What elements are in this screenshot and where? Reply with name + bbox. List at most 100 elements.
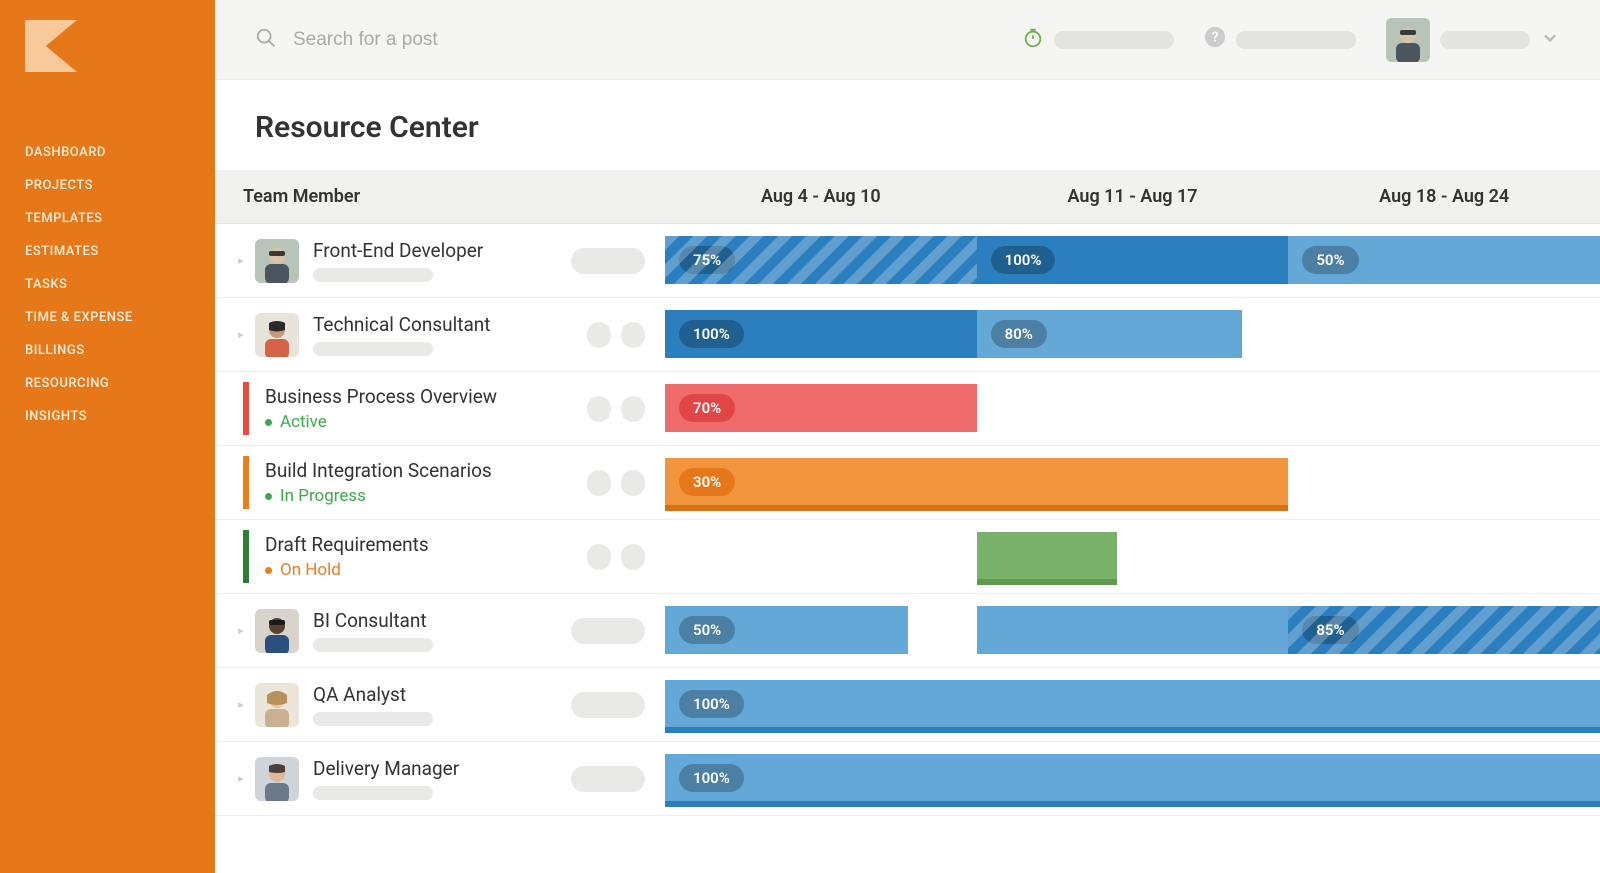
allocation-underline (665, 505, 1288, 511)
nav-item-time-expense[interactable]: TIME & EXPENSE (0, 301, 215, 334)
allocation-underline (665, 727, 1600, 733)
utilization-badge: 30% (679, 468, 735, 496)
status-dot-icon (265, 493, 272, 500)
grid-header: Team Member Aug 4 - Aug 10Aug 11 - Aug 1… (215, 170, 1600, 224)
nav-item-resourcing[interactable]: RESOURCING (0, 367, 215, 400)
status-dot-icon (265, 419, 272, 426)
row-action[interactable] (621, 470, 645, 496)
member-role: QA Analyst (313, 683, 571, 706)
placeholder-pill (1054, 31, 1174, 49)
expand-caret-icon[interactable]: ▸ (235, 328, 247, 341)
column-header-member: Team Member (215, 170, 665, 223)
utilization-badge: 75% (679, 246, 735, 274)
row-action[interactable] (587, 470, 611, 496)
member-avatar (255, 609, 299, 653)
member-row: ▸Technical Consultant100%80% (215, 298, 1600, 372)
row-action[interactable] (587, 322, 611, 348)
allocation-bar[interactable]: 70% (665, 384, 977, 432)
task-status-label: Active (280, 412, 327, 432)
member-avatar (255, 757, 299, 801)
allocation-bar[interactable]: 50% (1288, 236, 1600, 284)
row-action[interactable] (621, 396, 645, 422)
member-role: Delivery Manager (313, 757, 571, 780)
row-action[interactable] (587, 396, 611, 422)
placeholder-pill (313, 786, 433, 800)
task-row: Draft Requirements On Hold (215, 520, 1600, 594)
row-action[interactable] (571, 766, 645, 792)
utilization-badge: 85% (1302, 616, 1358, 644)
task-title: Draft Requirements (265, 533, 587, 556)
utilization-badge: 100% (679, 320, 744, 348)
status-dot-icon (265, 567, 272, 574)
member-row: ▸ Delivery Manager 100% (215, 742, 1600, 816)
expand-caret-icon[interactable]: ▸ (235, 772, 247, 785)
timer-widget[interactable] (1022, 27, 1174, 53)
nav-item-projects[interactable]: PROJECTS (0, 169, 215, 202)
task-status: In Progress (265, 486, 587, 506)
app-logo (25, 20, 215, 76)
nav-item-estimates[interactable]: ESTIMATES (0, 235, 215, 268)
task-accent-bar (243, 530, 249, 583)
task-row: Build Integration Scenarios In Progress 30… (215, 446, 1600, 520)
row-action[interactable] (571, 692, 645, 718)
placeholder-pill (1236, 31, 1356, 49)
utilization-badge: 70% (679, 394, 735, 422)
allocation-bar[interactable]: 100% (665, 680, 1600, 728)
utilization-badge: 100% (679, 764, 744, 792)
column-header-week: Aug 4 - Aug 10 (665, 170, 977, 223)
allocation-bar[interactable]: 75% (665, 236, 977, 284)
allocation-bar[interactable] (977, 606, 1289, 654)
task-title: Build Integration Scenarios (265, 459, 587, 482)
allocation-bar[interactable]: 100% (665, 310, 977, 358)
task-status-label: In Progress (280, 486, 366, 506)
column-header-week: Aug 18 - Aug 24 (1288, 170, 1600, 223)
row-action[interactable] (621, 322, 645, 348)
utilization-badge: 50% (679, 616, 735, 644)
allocation-bar[interactable]: 100% (977, 236, 1289, 284)
placeholder-pill (313, 342, 433, 356)
member-avatar (255, 683, 299, 727)
task-accent-bar (243, 382, 249, 435)
page-title: Resource Center (215, 80, 1600, 170)
member-role: BI Consultant (313, 609, 571, 632)
sidebar: DASHBOARDPROJECTSTEMPLATESESTIMATESTASKS… (0, 0, 215, 873)
task-row: Business Process Overview Active 70% (215, 372, 1600, 446)
help-widget[interactable]: ? (1204, 26, 1356, 54)
nav-item-billings[interactable]: BILLINGS (0, 334, 215, 367)
task-status-label: On Hold (280, 560, 341, 580)
task-title: Business Process Overview (265, 385, 587, 408)
allocation-bar[interactable]: 50% (665, 606, 908, 654)
row-action[interactable] (587, 544, 611, 570)
row-action[interactable] (571, 618, 645, 644)
allocation-underline (977, 579, 1117, 585)
search-input[interactable] (293, 29, 593, 51)
nav-item-dashboard[interactable]: DASHBOARD (0, 136, 215, 169)
member-row: ▸ BI Consultant 50% 85% (215, 594, 1600, 668)
utilization-badge: 100% (991, 246, 1056, 274)
task-status: Active (265, 412, 587, 432)
expand-caret-icon[interactable]: ▸ (235, 698, 247, 711)
placeholder-pill (313, 712, 433, 726)
allocation-underline (665, 801, 1600, 807)
member-row: ▸ Front-End Developer 75% 100% 50% (215, 224, 1600, 298)
allocation-bar[interactable] (977, 532, 1117, 580)
allocation-bar[interactable]: 30% (665, 458, 1288, 506)
user-avatar (1386, 18, 1430, 62)
search-icon (255, 27, 277, 53)
nav-item-tasks[interactable]: TASKS (0, 268, 215, 301)
member-row: ▸ QA Analyst 100% (215, 668, 1600, 742)
allocation-bar[interactable]: 80% (977, 310, 1242, 358)
expand-caret-icon[interactable]: ▸ (235, 624, 247, 637)
allocation-bar[interactable]: 100% (665, 754, 1600, 802)
placeholder-pill (1440, 31, 1530, 49)
row-action[interactable] (571, 248, 645, 274)
allocation-bar[interactable]: 85% (1288, 606, 1600, 654)
row-action[interactable] (621, 544, 645, 570)
nav-item-templates[interactable]: TEMPLATES (0, 202, 215, 235)
member-role: Front-End Developer (313, 239, 571, 262)
nav-item-insights[interactable]: INSIGHTS (0, 400, 215, 433)
help-icon: ? (1204, 26, 1226, 54)
user-menu[interactable] (1386, 18, 1560, 62)
utilization-badge: 100% (679, 690, 744, 718)
expand-caret-icon[interactable]: ▸ (235, 254, 247, 267)
